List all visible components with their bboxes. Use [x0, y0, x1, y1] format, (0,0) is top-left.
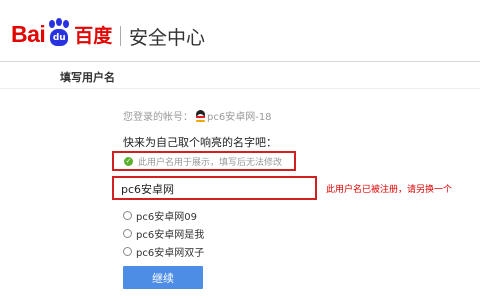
radio-button[interactable]	[123, 247, 132, 256]
suggestion-label: pc6安卓网09	[136, 212, 197, 223]
name-prompt: 快来为自己取个响亮的名字吧：	[123, 136, 277, 149]
radio-button[interactable]	[123, 211, 132, 220]
notice-message: ✓ 此用户名用于展示，填写后无法修改	[124, 155, 282, 168]
username-error-message: 此用户名已被注册，请另换一个	[326, 185, 453, 195]
continue-button[interactable]: 继续	[123, 266, 203, 289]
username-input[interactable]: pc6安卓网	[112, 176, 317, 200]
check-circle-icon: ✓	[124, 157, 133, 166]
security-center-title: 安全中心	[129, 27, 206, 49]
header: Bai du 百度 安全中心	[0, 0, 480, 66]
notice-text: 此用户名用于展示，填写后无法修改	[138, 158, 283, 168]
suggestion-option-1[interactable]: pc6安卓网09	[123, 208, 197, 223]
logo-du-text: du	[50, 29, 69, 46]
suggestion-option-2[interactable]: pc6安卓网是我	[123, 226, 204, 241]
qq-penguin-icon	[195, 109, 206, 122]
suggestion-label: pc6安卓网双子	[136, 248, 205, 259]
account-info: 您登录的帐号： pc6安卓网-18	[123, 108, 272, 123]
radio-button[interactable]	[123, 229, 132, 238]
logo-bai-text: Bai	[11, 20, 46, 47]
header-divider	[0, 61, 480, 62]
logo-separator	[120, 26, 121, 46]
suggestion-label: pc6安卓网是我	[136, 230, 205, 241]
account-name: pc6安卓网-18	[207, 112, 272, 123]
section-divider	[0, 88, 480, 89]
page-title: 填写用户名	[60, 71, 115, 84]
account-label: 您登录的帐号：	[123, 112, 193, 123]
logo-chinese-text: 百度	[74, 24, 113, 47]
paw-icon: du	[46, 18, 72, 48]
suggestion-option-3[interactable]: pc6安卓网双子	[123, 244, 204, 259]
baidu-logo[interactable]: Bai du 百度	[11, 18, 113, 49]
